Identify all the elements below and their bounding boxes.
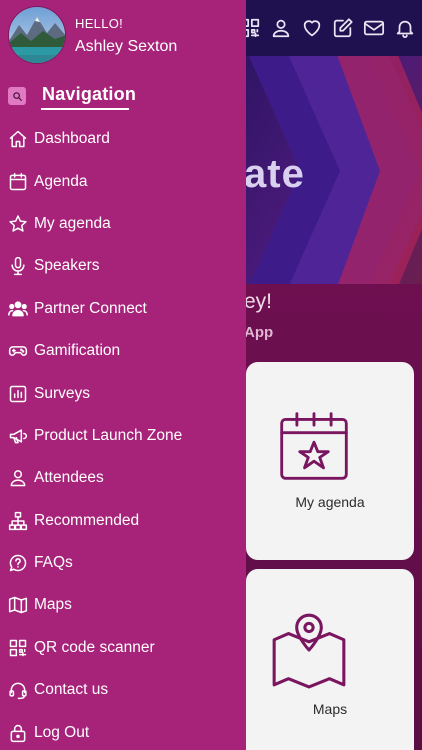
- calendar-icon: [8, 172, 28, 192]
- menu-item-attendees[interactable]: Attendees: [0, 457, 246, 499]
- menu-item-label: Dashboard: [34, 130, 110, 148]
- menu-item-gamification[interactable]: Gamification: [0, 330, 246, 372]
- menu-item-label: Partner Connect: [34, 299, 147, 317]
- gamepad-icon: [8, 341, 28, 361]
- heart-icon[interactable]: [301, 14, 323, 42]
- lock-icon: [8, 723, 28, 743]
- bar-chart-icon: [8, 384, 28, 404]
- users-icon: [8, 299, 28, 319]
- menu-item-label: Speakers: [34, 257, 100, 275]
- menu-item-label: Contact us: [34, 681, 109, 699]
- home-icon: [8, 129, 28, 149]
- navigation-header: Navigation: [8, 84, 238, 110]
- menu-item-label: Agenda: [34, 172, 88, 190]
- megaphone-icon: [8, 426, 28, 446]
- profile-icon[interactable]: [270, 14, 292, 42]
- search-icon[interactable]: [8, 87, 26, 105]
- menu-item-agenda[interactable]: Agenda: [0, 160, 246, 202]
- menu-item-maps[interactable]: Maps: [0, 584, 246, 626]
- question-bubble-icon: [8, 553, 28, 573]
- menu-item-label: Product Launch Zone: [34, 426, 183, 444]
- menu-item-partner-connect[interactable]: Partner Connect: [0, 288, 246, 330]
- mail-icon[interactable]: [363, 14, 385, 42]
- menu-item-label: Log Out: [34, 723, 90, 741]
- my-agenda-card[interactable]: My agenda: [246, 362, 414, 560]
- navigation-title: Navigation: [42, 84, 137, 104]
- menu-item-recommended[interactable]: Recommended: [0, 500, 246, 542]
- home-greeting: ey!: [244, 290, 273, 313]
- map-pin-icon: [272, 613, 346, 689]
- menu-item-label: FAQs: [34, 554, 73, 572]
- menu-item-label: Gamification: [34, 342, 121, 360]
- menu-item-label: Maps: [34, 596, 72, 614]
- menu-item-contact-us[interactable]: Contact us: [0, 669, 246, 711]
- navigation-drawer: HELLO! Ashley Sexton Navigation Dashboar…: [0, 0, 246, 750]
- menu-item-dashboard[interactable]: Dashboard: [0, 118, 246, 160]
- menu-item-my-agenda[interactable]: My agenda: [0, 203, 246, 245]
- navigation-menu: Dashboard Agenda My agenda Speakers Part…: [0, 118, 246, 750]
- menu-item-label: Recommended: [34, 511, 140, 529]
- menu-item-label: QR code scanner: [34, 638, 155, 656]
- menu-item-log-out[interactable]: Log Out: [0, 711, 246, 750]
- maps-card[interactable]: Maps: [246, 569, 414, 750]
- home-subtitle: App: [244, 324, 274, 341]
- navigation-underline: [41, 108, 129, 110]
- banner-title: ate: [244, 152, 305, 196]
- menu-item-surveys[interactable]: Surveys: [0, 372, 246, 414]
- person-icon: [8, 468, 28, 488]
- menu-item-qr-code-scanner[interactable]: QR code scanner: [0, 627, 246, 669]
- qr-code-icon: [8, 638, 28, 658]
- user-name: Ashley Sexton: [75, 38, 178, 55]
- menu-item-label: Attendees: [34, 469, 104, 487]
- avatar[interactable]: [8, 6, 66, 64]
- menu-item-faqs[interactable]: FAQs: [0, 542, 246, 584]
- sitemap-icon: [8, 511, 28, 531]
- maps-card-label: Maps: [312, 701, 348, 717]
- greeting-label: HELLO!: [75, 16, 124, 31]
- star-icon: [8, 214, 28, 234]
- menu-item-product-launch-zone[interactable]: Product Launch Zone: [0, 415, 246, 457]
- edit-icon[interactable]: [332, 14, 354, 42]
- profile-header[interactable]: HELLO! Ashley Sexton: [0, 0, 246, 70]
- bell-icon[interactable]: [394, 14, 416, 42]
- menu-item-label: Surveys: [34, 384, 90, 402]
- menu-item-label: My agenda: [34, 214, 111, 232]
- my-agenda-card-label: My agenda: [295, 494, 365, 510]
- menu-item-speakers[interactable]: Speakers: [0, 245, 246, 287]
- microphone-icon: [8, 256, 28, 276]
- map-icon: [8, 595, 28, 615]
- avatar-landscape-image: [9, 7, 65, 63]
- calendar-star-icon: [280, 412, 348, 480]
- headset-icon: [8, 680, 28, 700]
